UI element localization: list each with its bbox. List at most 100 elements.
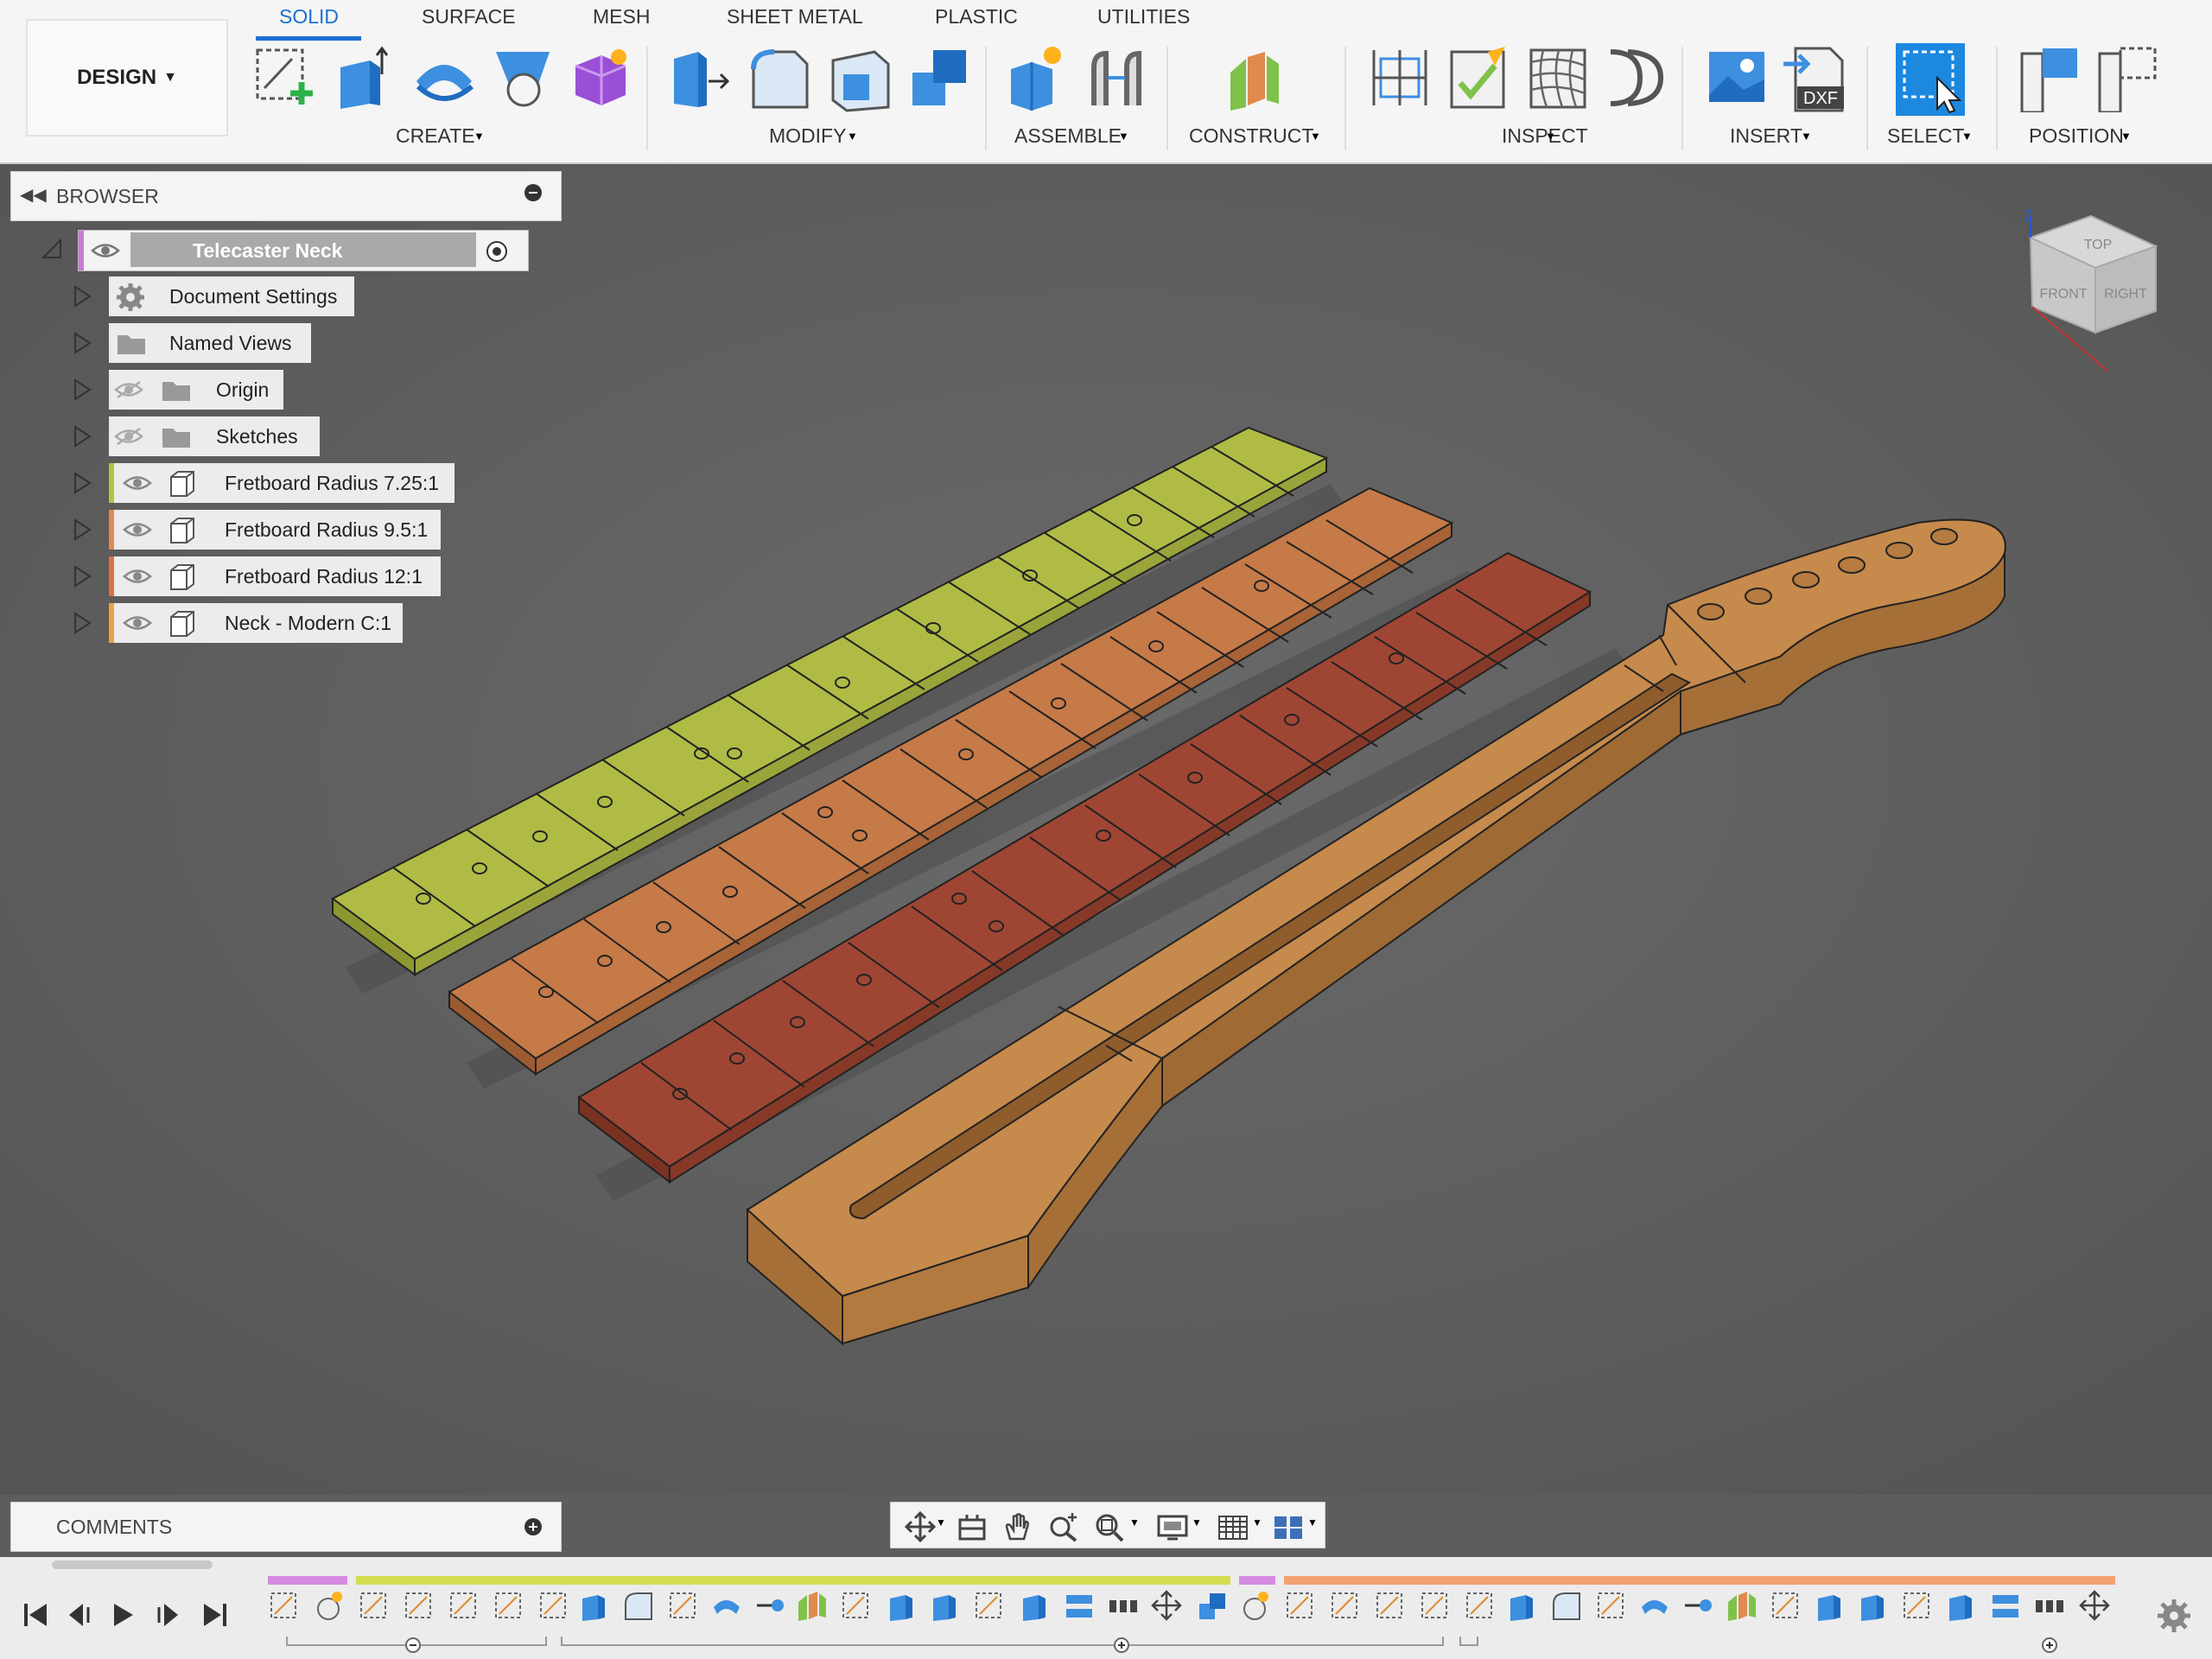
timeline-sketch-icon[interactable] bbox=[403, 1590, 437, 1624]
tree-expand-icon[interactable] bbox=[73, 285, 92, 308]
display-settings-icon[interactable] bbox=[1155, 1511, 1190, 1542]
timeline-sketch-icon[interactable] bbox=[493, 1590, 527, 1624]
joint-icon[interactable] bbox=[1082, 43, 1151, 112]
timeline-move-icon[interactable] bbox=[1151, 1590, 1185, 1624]
zebra-analysis-icon[interactable] bbox=[1524, 43, 1593, 112]
chevron-down-icon[interactable]: ▼ bbox=[936, 1516, 946, 1529]
grid-settings-icon[interactable] bbox=[1216, 1511, 1250, 1542]
chevron-down-icon[interactable]: ▼ bbox=[1307, 1516, 1318, 1529]
timeline-sketch-icon[interactable] bbox=[1595, 1590, 1630, 1624]
add-comment-icon[interactable] bbox=[524, 1518, 542, 1535]
timeline-fillet-icon[interactable] bbox=[622, 1590, 657, 1624]
eye-icon[interactable] bbox=[123, 567, 152, 586]
timeline-sweep-icon[interactable] bbox=[710, 1590, 745, 1624]
chevron-down-icon[interactable]: ▼ bbox=[1192, 1516, 1202, 1529]
modify-group-label[interactable]: MODIFY bbox=[769, 124, 846, 148]
timeline-scrollbar[interactable] bbox=[52, 1560, 213, 1569]
timeline-sketch-icon[interactable] bbox=[268, 1590, 302, 1624]
revert-position-icon[interactable] bbox=[2094, 43, 2164, 112]
comments-panel[interactable]: COMMENTS bbox=[10, 1502, 562, 1552]
minimize-icon[interactable] bbox=[524, 184, 542, 201]
create-sketch-icon[interactable] bbox=[252, 43, 315, 112]
select-group-label[interactable]: SELECT bbox=[1887, 124, 1964, 148]
3d-viewport[interactable]: TOP FRONT RIGHT Z bbox=[0, 164, 2212, 1495]
browser-item-fretboard-9-5[interactable]: Fretboard Radius 9.5:1 bbox=[109, 510, 441, 550]
timeline-plane-icon[interactable] bbox=[1725, 1590, 1759, 1624]
tab-surface[interactable]: SURFACE bbox=[422, 5, 516, 29]
viewports-icon[interactable] bbox=[1271, 1511, 1306, 1542]
timeline-loft-icon[interactable] bbox=[1063, 1590, 1097, 1624]
construct-group-label[interactable]: CONSTRUCT bbox=[1189, 124, 1313, 148]
tree-expand-icon[interactable] bbox=[73, 425, 92, 448]
chevron-down-icon[interactable]: ▼ bbox=[1252, 1516, 1262, 1529]
browser-item-document-settings[interactable]: Document Settings bbox=[109, 276, 354, 316]
construct-plane-icon[interactable] bbox=[1220, 43, 1289, 112]
timeline-sketch-icon[interactable] bbox=[537, 1590, 572, 1624]
browser-item-named-views[interactable]: Named Views bbox=[109, 323, 311, 363]
tab-plastic[interactable]: PLASTIC bbox=[935, 5, 1018, 29]
tree-expand-icon[interactable] bbox=[73, 472, 92, 494]
assemble-group-label[interactable]: ASSEMBLE bbox=[1014, 124, 1122, 148]
timeline-sketch-icon[interactable] bbox=[448, 1590, 482, 1624]
select-icon[interactable] bbox=[1894, 43, 1965, 116]
timeline-extrude-icon[interactable] bbox=[1813, 1590, 1847, 1624]
eye-icon[interactable] bbox=[123, 520, 152, 539]
timeline-sketch-icon[interactable] bbox=[1464, 1590, 1498, 1624]
collapse-panel-icon[interactable]: ◀◀ bbox=[20, 184, 47, 206]
tree-expand-icon[interactable] bbox=[73, 518, 92, 541]
timeline-sketch-icon[interactable] bbox=[1419, 1590, 1453, 1624]
tree-expand-icon[interactable] bbox=[73, 332, 92, 354]
curvature-comb-icon[interactable] bbox=[1602, 43, 1671, 112]
timeline-combine-icon[interactable] bbox=[1196, 1590, 1230, 1624]
eye-icon[interactable] bbox=[123, 613, 152, 632]
chevron-down-icon[interactable]: ▼ bbox=[1129, 1516, 1140, 1529]
timeline-component-icon[interactable] bbox=[1239, 1590, 1274, 1624]
step-forward-icon[interactable] bbox=[156, 1602, 181, 1628]
shell-icon[interactable] bbox=[826, 43, 895, 112]
capture-position-icon[interactable] bbox=[2017, 43, 2086, 112]
eye-hidden-icon[interactable] bbox=[114, 380, 143, 399]
timeline-sketch-icon[interactable] bbox=[667, 1590, 702, 1624]
browser-item-fretboard-12[interactable]: Fretboard Radius 12:1 bbox=[109, 556, 441, 596]
timeline-sketch-icon[interactable] bbox=[973, 1590, 1007, 1624]
timeline-sweep-icon[interactable] bbox=[1638, 1590, 1673, 1624]
timeline-loft-icon[interactable] bbox=[1989, 1590, 2024, 1624]
revolve-icon[interactable] bbox=[410, 43, 479, 112]
go-to-start-icon[interactable] bbox=[22, 1602, 48, 1628]
browser-item-fretboard-7-25[interactable]: Fretboard Radius 7.25:1 bbox=[109, 463, 454, 503]
tab-utilities[interactable]: UTILITIES bbox=[1097, 5, 1190, 29]
browser-root-row[interactable]: Telecaster Neck bbox=[78, 230, 529, 271]
timeline-sketch-icon[interactable] bbox=[1329, 1590, 1363, 1624]
workspace-switcher[interactable]: DESIGN ▼ bbox=[26, 19, 228, 137]
timeline-sketch-icon[interactable] bbox=[1284, 1590, 1319, 1624]
browser-item-origin[interactable]: Origin bbox=[109, 370, 283, 410]
insert-canvas-icon[interactable] bbox=[1702, 43, 1771, 112]
tree-expand-icon[interactable] bbox=[73, 565, 92, 588]
timeline-pattern-icon[interactable] bbox=[1108, 1590, 1142, 1624]
timeline-sketch-icon[interactable] bbox=[358, 1590, 392, 1624]
tab-mesh[interactable]: MESH bbox=[593, 5, 650, 29]
timeline-sketch-icon[interactable] bbox=[313, 1590, 347, 1624]
timeline-extrude-icon[interactable] bbox=[1856, 1590, 1891, 1624]
timeline-move-icon[interactable] bbox=[2079, 1590, 2113, 1624]
look-at-icon[interactable] bbox=[955, 1511, 989, 1542]
timeline-fillet-icon[interactable] bbox=[1550, 1590, 1585, 1624]
timeline-split-icon[interactable] bbox=[1681, 1590, 1716, 1624]
timeline-extrude-icon[interactable] bbox=[885, 1590, 919, 1624]
create-form-icon[interactable] bbox=[567, 43, 636, 112]
step-back-icon[interactable] bbox=[66, 1602, 92, 1628]
zoom-icon[interactable] bbox=[1046, 1511, 1081, 1542]
activate-radio-icon[interactable] bbox=[485, 239, 509, 264]
insert-dxf-icon[interactable]: DXF bbox=[1780, 43, 1851, 112]
timeline-extrude-icon[interactable] bbox=[1944, 1590, 1979, 1624]
press-pull-icon[interactable] bbox=[667, 43, 736, 112]
timeline-sketch-icon[interactable] bbox=[1770, 1590, 1804, 1624]
fillet-icon[interactable] bbox=[747, 43, 816, 112]
fit-zoom-icon[interactable] bbox=[1093, 1511, 1128, 1542]
insert-group-label[interactable]: INSERT bbox=[1730, 124, 1802, 148]
timeline-sketch-icon[interactable] bbox=[1374, 1590, 1408, 1624]
interference-icon[interactable] bbox=[1445, 43, 1514, 112]
orbit-icon[interactable] bbox=[903, 1511, 938, 1542]
create-group-label[interactable]: CREATE bbox=[396, 124, 475, 148]
timeline-settings-gear-icon[interactable] bbox=[2155, 1597, 2193, 1635]
